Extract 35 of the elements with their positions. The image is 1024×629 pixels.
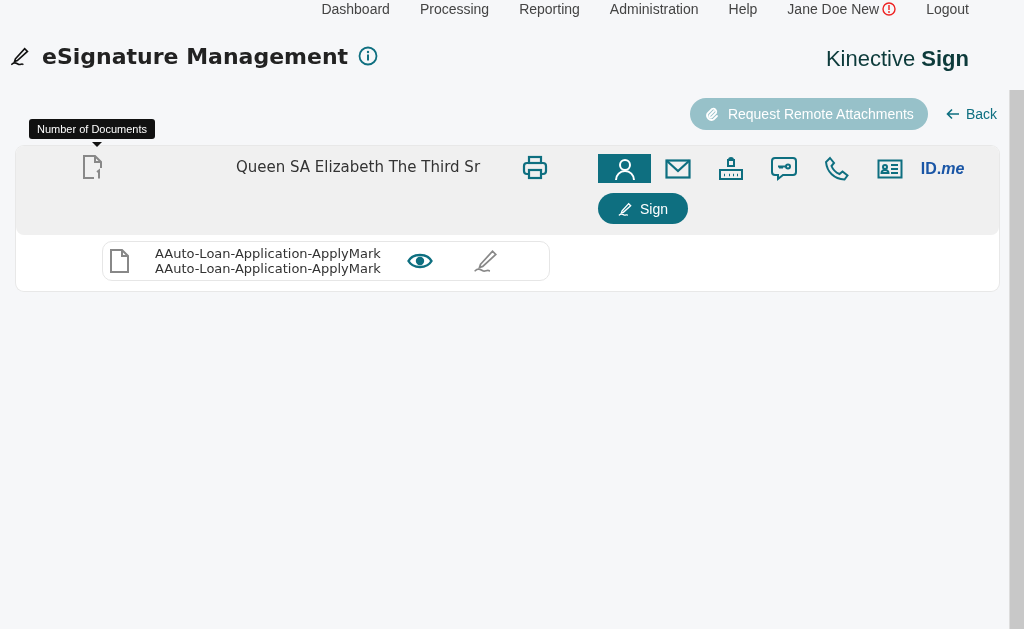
nav-link[interactable]: Reporting <box>519 1 580 17</box>
id-card-icon <box>876 158 903 179</box>
sign-button[interactable]: Sign <box>598 193 689 224</box>
document-name: AAuto-Loan-Application-ApplyMark <box>155 246 381 261</box>
document-count-icon[interactable] <box>82 154 104 180</box>
person-icon <box>612 156 637 181</box>
pen-icon <box>618 200 634 217</box>
nav-link[interactable]: Processing <box>419 1 490 17</box>
back-link[interactable]: Back <box>945 106 997 122</box>
nav-link[interactable]: Jane Doe New <box>787 1 897 17</box>
brand-logo: Kinective Sign <box>825 46 969 72</box>
page-title: eSignature Management <box>42 43 349 69</box>
paperclip-icon <box>703 106 720 122</box>
phone-icon <box>823 155 850 182</box>
arrow-left-icon <box>945 108 960 120</box>
view-icon[interactable] <box>406 252 433 270</box>
envelope-icon <box>664 158 691 179</box>
signature-pen-icon[interactable] <box>472 248 499 274</box>
lock-keypad-icon <box>717 155 744 182</box>
signer-name: Queen SA Elizabeth The Third Sr <box>236 158 482 176</box>
nav-link[interactable]: Logout <box>926 1 969 17</box>
person-auth-tab[interactable] <box>598 154 651 183</box>
tooltip: Number of Documents <box>29 119 156 139</box>
printer-icon[interactable] <box>522 155 548 181</box>
nav-link[interactable]: Help <box>728 1 758 17</box>
info-icon[interactable] <box>358 46 379 66</box>
nav-link[interactable]: Dashboard <box>321 1 390 17</box>
nav-link[interactable]: Administration <box>609 1 699 17</box>
idme-auth-tab[interactable]: ID.me <box>916 154 969 183</box>
scrollbar[interactable] <box>1009 90 1024 629</box>
tooltip-pointer-icon <box>92 142 102 147</box>
document-name: AAuto-Loan-Application-ApplyMark <box>155 261 381 276</box>
signature-pen-icon <box>10 45 32 67</box>
document-icon <box>109 248 131 274</box>
chat-key-icon <box>770 155 797 182</box>
